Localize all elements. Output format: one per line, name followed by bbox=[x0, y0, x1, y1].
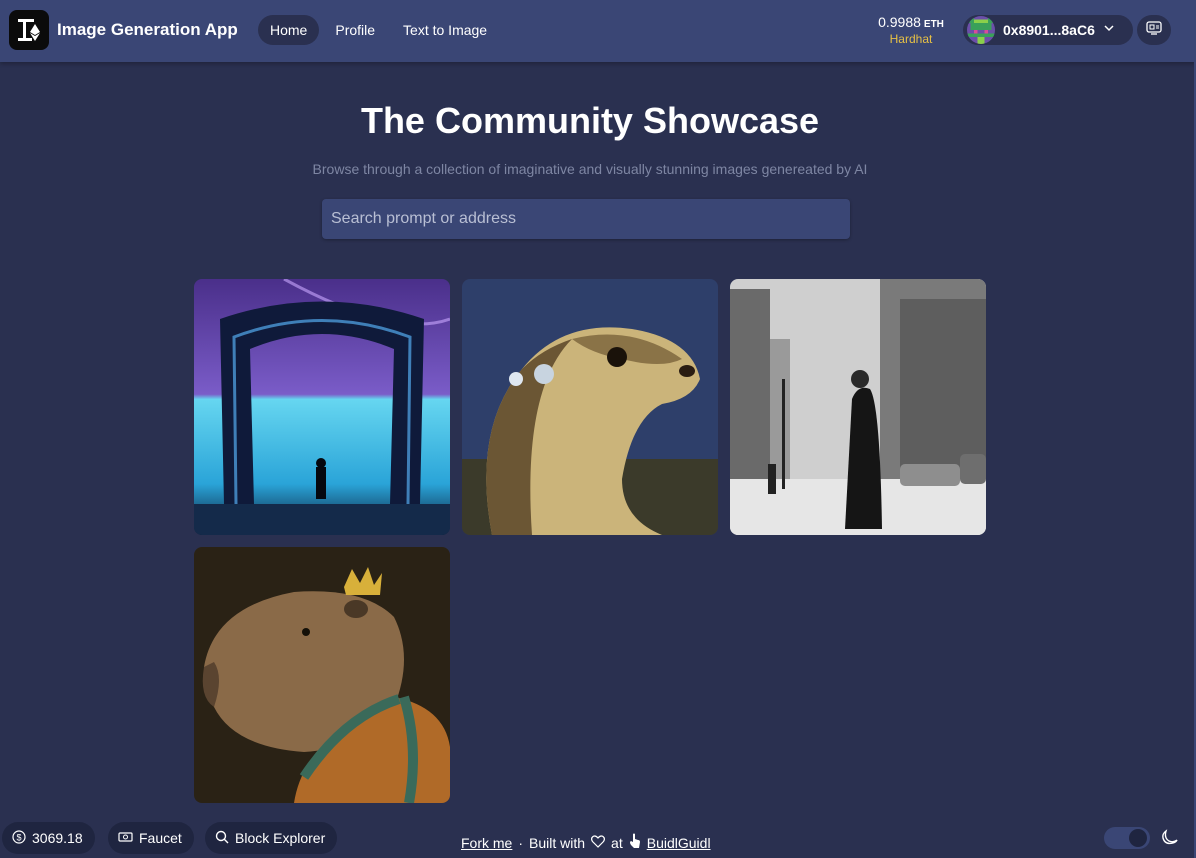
moon-icon bbox=[1159, 829, 1179, 854]
faucet-button[interactable]: Faucet bbox=[108, 822, 194, 854]
svg-text:$: $ bbox=[16, 832, 21, 842]
heart-icon bbox=[591, 834, 606, 851]
blockie-avatar-icon bbox=[967, 16, 995, 44]
qr-code-icon bbox=[1146, 20, 1162, 40]
gallery-image-city-street[interactable] bbox=[730, 279, 986, 535]
eth-price: 3069.18 bbox=[32, 830, 83, 846]
balance-amount: 0.9988 bbox=[878, 14, 921, 30]
account-address: 0x8901...8aC6 bbox=[1003, 22, 1095, 38]
qr-code-button[interactable] bbox=[1137, 15, 1171, 45]
fork-me-link[interactable]: Fork me bbox=[461, 835, 512, 851]
eth-price-badge[interactable]: $ 3069.18 bbox=[2, 822, 95, 854]
nav-profile[interactable]: Profile bbox=[323, 15, 387, 45]
theme-toggle[interactable] bbox=[1104, 827, 1150, 849]
account-dropdown[interactable]: 0x8901...8aC6 bbox=[963, 15, 1133, 45]
gallery-image-portal[interactable] bbox=[194, 279, 450, 535]
separator-dot: · bbox=[518, 834, 524, 851]
app-title[interactable]: Image Generation App bbox=[57, 20, 238, 40]
nav-text-to-image[interactable]: Text to Image bbox=[391, 15, 499, 45]
gallery-image-capybara[interactable] bbox=[194, 547, 450, 803]
block-explorer-label: Block Explorer bbox=[235, 830, 326, 846]
top-navbar: Image Generation App Home Profile Text t… bbox=[0, 0, 1196, 62]
built-with-text: Built with bbox=[529, 834, 586, 851]
page-subtitle: Browse through a collection of imaginati… bbox=[312, 161, 868, 177]
banknote-icon bbox=[118, 830, 133, 846]
wallet-balance: 0.9988 ETH Hardhat bbox=[866, 14, 956, 46]
footer-credits: Fork me · Built with at BuidlGuidl bbox=[461, 833, 711, 852]
buidlguidl-icon bbox=[629, 833, 641, 852]
block-explorer-button[interactable]: Block Explorer bbox=[205, 822, 338, 854]
toggle-knob bbox=[1129, 829, 1147, 847]
main-nav: Home Profile Text to Image bbox=[258, 15, 499, 45]
network-name: Hardhat bbox=[889, 32, 933, 46]
page-title: The Community Showcase bbox=[360, 100, 820, 141]
at-text: at bbox=[611, 834, 623, 851]
scaffold-logo-icon[interactable] bbox=[9, 10, 49, 50]
chevron-down-icon bbox=[1103, 21, 1115, 39]
dollar-icon: $ bbox=[12, 829, 26, 847]
faucet-label: Faucet bbox=[139, 830, 182, 846]
gallery-image-otter[interactable] bbox=[462, 279, 718, 535]
nav-home[interactable]: Home bbox=[258, 15, 320, 45]
search-icon bbox=[215, 830, 229, 847]
search-input[interactable] bbox=[322, 199, 850, 239]
balance-unit: ETH bbox=[923, 19, 944, 30]
buidlguidl-link[interactable]: BuidlGuidl bbox=[647, 835, 711, 851]
